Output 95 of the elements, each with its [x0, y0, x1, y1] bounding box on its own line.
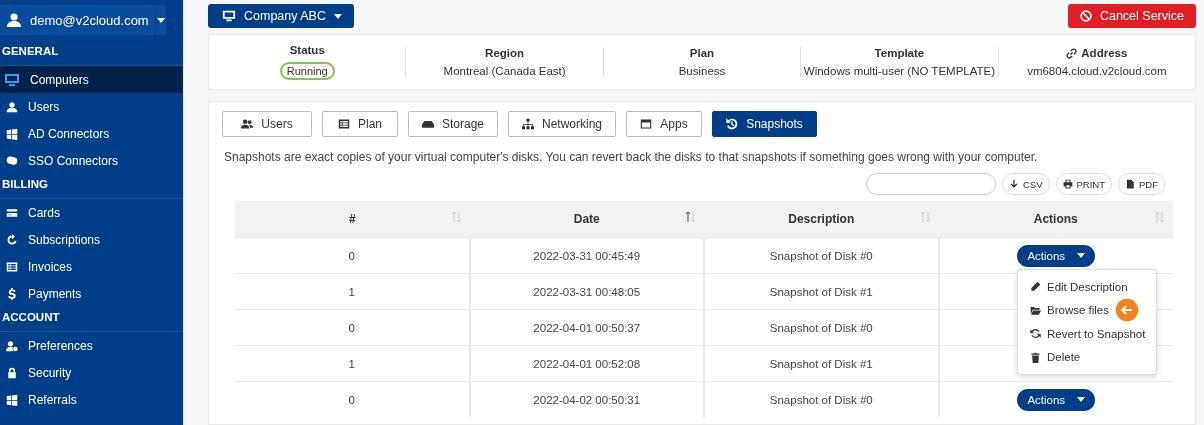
sidebar-item[interactable]: AD Connectors [0, 120, 183, 147]
sidebar-item[interactable]: Payments [0, 280, 183, 307]
dollar-icon [6, 287, 18, 300]
lock-icon [6, 366, 18, 379]
info-label: Template [874, 47, 925, 59]
sidebar-item[interactable]: Invoices [0, 253, 183, 280]
column-header: Actions [1033, 212, 1078, 226]
export-button[interactable]: CSV [1001, 173, 1050, 195]
table-cell: 2022-03-31 00:48:05 [533, 285, 641, 298]
info-label: Plan [689, 47, 715, 59]
table-cell: 0 [348, 249, 355, 262]
monitor-icon [222, 9, 236, 23]
sync-icon [1030, 328, 1041, 340]
export-button[interactable]: PDF [1118, 173, 1165, 195]
table-cell: Snapshot of Disk #0 [769, 321, 873, 334]
menu-item[interactable]: Browse files [1018, 298, 1156, 322]
user-icon [6, 100, 18, 113]
account-dropdown[interactable]: demo@v2cloud.com [0, 5, 166, 35]
cancel-service-button[interactable]: Cancel Service [1067, 4, 1196, 28]
tab[interactable]: Networking [508, 111, 616, 137]
info-label: Status [289, 44, 325, 56]
sidebar-item[interactable]: Computers [0, 66, 183, 93]
info-value: Windows multi-user (NO TEMPLATE) [803, 65, 996, 77]
windows-icon [6, 393, 18, 406]
tab[interactable]: Snapshots [712, 111, 817, 137]
table-cell: 1 [348, 357, 355, 370]
printer-icon [1062, 179, 1073, 189]
sidebar-item[interactable]: Preferences [0, 332, 183, 359]
windows-icon [6, 127, 18, 140]
caret-icon [334, 13, 342, 19]
column-header: Date [573, 212, 600, 226]
info-label: Region [485, 47, 525, 59]
table-cell: 0 [348, 321, 355, 334]
table-cell: 2022-03-31 00:45:49 [533, 249, 641, 262]
users-icon [241, 118, 254, 130]
status-badge: Running [279, 62, 335, 80]
column-header: Description [788, 212, 855, 226]
download-icon [1008, 179, 1019, 189]
sidebar-item[interactable]: Security [0, 359, 183, 386]
caret-icon [156, 17, 165, 23]
link-icon [1066, 47, 1078, 59]
table-cell: Snapshot of Disk #1 [769, 357, 873, 370]
section-heading: GENERAL [2, 45, 59, 57]
card-icon [6, 206, 18, 219]
tab[interactable]: Plan [322, 111, 398, 137]
description-text: Snapshots are exact copies of your virtual computer's disks. You can revert back the disks to that snapshots if something goes wrong with your computer. [224, 150, 1039, 164]
table-cell: Snapshot of Disk #0 [769, 393, 873, 406]
sidebar-item[interactable]: Subscriptions [0, 226, 183, 253]
trash-icon [1030, 351, 1041, 363]
pencil-icon [1030, 281, 1041, 293]
caret-icon [1077, 397, 1086, 402]
sidebar-item[interactable]: Cards [0, 199, 183, 226]
company-dropdown[interactable]: Company ABC [208, 4, 354, 28]
history-icon [726, 118, 739, 130]
refresh-icon [6, 233, 18, 246]
table-cell: 2022-04-01 00:52:08 [533, 357, 641, 370]
menu-item[interactable]: Edit Description [1018, 275, 1156, 299]
menu-item[interactable]: Revert to Snapshot [1018, 322, 1156, 346]
window-icon [640, 118, 653, 130]
table-cell: 2022-04-01 00:50:37 [533, 321, 641, 334]
ban-icon [1079, 10, 1092, 22]
info-value: vm6804.cloud.v2cloud.com [1027, 65, 1167, 77]
info-value: Montreal (Canada East) [443, 65, 566, 77]
usercog-icon [6, 339, 18, 352]
sidebar-item[interactable]: SSO Connectors [0, 147, 183, 174]
table-cell: Snapshot of Disk #0 [769, 249, 873, 262]
folder-icon [1030, 304, 1041, 316]
actions-dropdown[interactable]: Actions [1017, 244, 1096, 267]
file-icon [1125, 179, 1135, 189]
table-cell: 0 [348, 393, 355, 406]
caret-icon [1077, 253, 1086, 258]
arrow-marker-icon [1114, 297, 1140, 323]
table-cell: Snapshot of Disk #1 [769, 285, 873, 298]
actions-dropdown[interactable]: Actions [1017, 388, 1096, 411]
sidebar-item[interactable]: Referrals [0, 386, 183, 413]
info-label: Address [1066, 47, 1128, 59]
tab[interactable]: Users [222, 111, 312, 137]
menu-item[interactable]: Delete [1018, 345, 1156, 369]
list-icon [6, 260, 18, 273]
sort-icon[interactable] [685, 211, 696, 223]
column-header: # [348, 212, 356, 226]
section-heading: BILLING [2, 178, 48, 190]
section-heading: ACCOUNT [2, 311, 60, 323]
export-button[interactable]: PRINT [1055, 173, 1112, 195]
table-cell: 2022-04-02 00:50:31 [533, 393, 641, 406]
list-icon [338, 118, 350, 130]
drive-icon [422, 118, 434, 130]
monitor-icon [4, 71, 20, 88]
sidebar-item[interactable]: Users [0, 93, 183, 120]
network-icon [522, 118, 534, 130]
tab[interactable]: Apps [626, 111, 702, 137]
table-cell: 1 [348, 285, 355, 298]
info-value: Business [678, 65, 726, 77]
user-icon [6, 12, 22, 28]
tab[interactable]: Storage [408, 111, 498, 137]
